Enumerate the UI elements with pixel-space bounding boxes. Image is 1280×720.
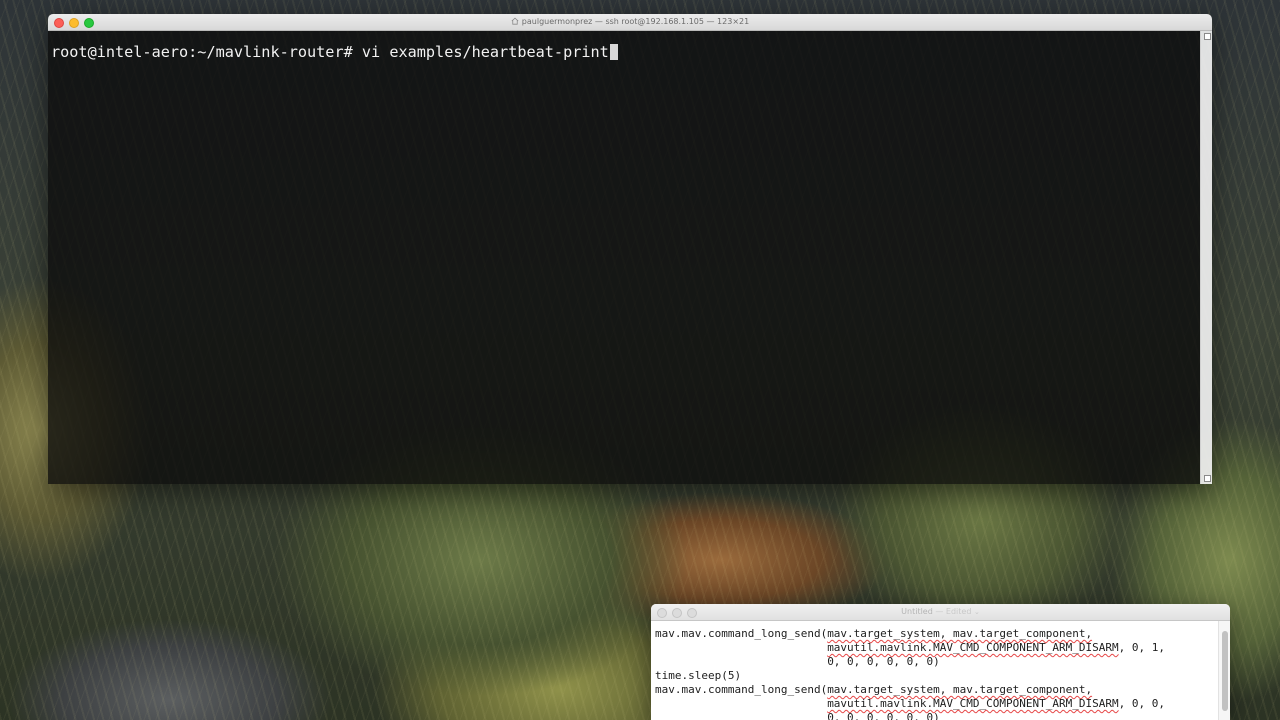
code-args: 0, 0, 0, 0, 0, 0) [827,655,940,668]
code-line: mav.mav.command_long_send(mav.target_sys… [655,627,1092,641]
editor-title[interactable]: Untitled — Edited ⌄ [651,606,1230,618]
code-line: time.sleep(5) [655,669,741,683]
code-args: mavutil.mavlink.MAV_CMD_COMPONENT_ARM_DI… [827,641,1119,654]
editor-text-area[interactable]: mav.mav.command_long_send(mav.target_sys… [651,621,1218,720]
code-rest: , 0, 1, [1118,641,1165,654]
scroll-down-icon[interactable] [1204,475,1211,482]
code-args: 0, 0, 0, 0, 0, 0) [827,711,940,720]
code-function: mav.mav.command_long_send( [655,627,828,640]
terminal-scrollbar[interactable] [1200,31,1212,484]
editor-scrollbar[interactable] [1218,621,1230,720]
code-args: mav.target_system, mav.target_component, [827,627,1093,640]
editor-scroll-thumb[interactable] [1222,631,1228,711]
code-args: mav.target_system, mav.target_component, [827,683,1093,696]
command-line: root@intel-aero:~/mavlink-router# vi exa… [51,43,618,62]
code-rest: , 0, 0, [1118,697,1165,710]
code-line: 0, 0, 0, 0, 0, 0) [655,655,940,669]
code-line: mav.mav.command_long_send(mav.target_sys… [655,683,1092,697]
terminal-window[interactable]: paulguermonprez — ssh root@192.168.1.105… [48,14,1212,484]
code-line: mavutil.mavlink.MAV_CMD_COMPONENT_ARM_DI… [655,697,1165,711]
terminal-titlebar[interactable]: paulguermonprez — ssh root@192.168.1.105… [48,14,1212,31]
scroll-up-icon[interactable] [1204,33,1211,40]
code-function: time.sleep(5) [655,669,742,682]
shell-prompt: root@intel-aero:~/mavlink-router# [51,43,353,61]
terminal-title-text: paulguermonprez — ssh root@192.168.1.105… [521,17,750,26]
code-args: mavutil.mavlink.MAV_CMD_COMPONENT_ARM_DI… [827,697,1119,710]
terminal-content[interactable]: root@intel-aero:~/mavlink-router# vi exa… [48,31,1200,484]
text-cursor [609,44,618,60]
text-editor-window[interactable]: Untitled — Edited ⌄ mav.mav.command_long… [651,604,1230,720]
code-function: mav.mav.command_long_send( [655,683,828,696]
terminal-title: paulguermonprez — ssh root@192.168.1.105… [48,16,1212,27]
editor-edited-status: — Edited [935,607,972,616]
house-icon [511,17,519,25]
typed-command: vi examples/heartbeat-print [361,43,609,61]
chevron-down-icon[interactable]: ⌄ [974,608,980,616]
code-line: 0, 0, 0, 0, 0, 0) [655,711,940,720]
code-line: mavutil.mavlink.MAV_CMD_COMPONENT_ARM_DI… [655,641,1165,655]
editor-titlebar[interactable]: Untitled — Edited ⌄ [651,604,1230,621]
editor-title-text: Untitled [901,607,933,616]
